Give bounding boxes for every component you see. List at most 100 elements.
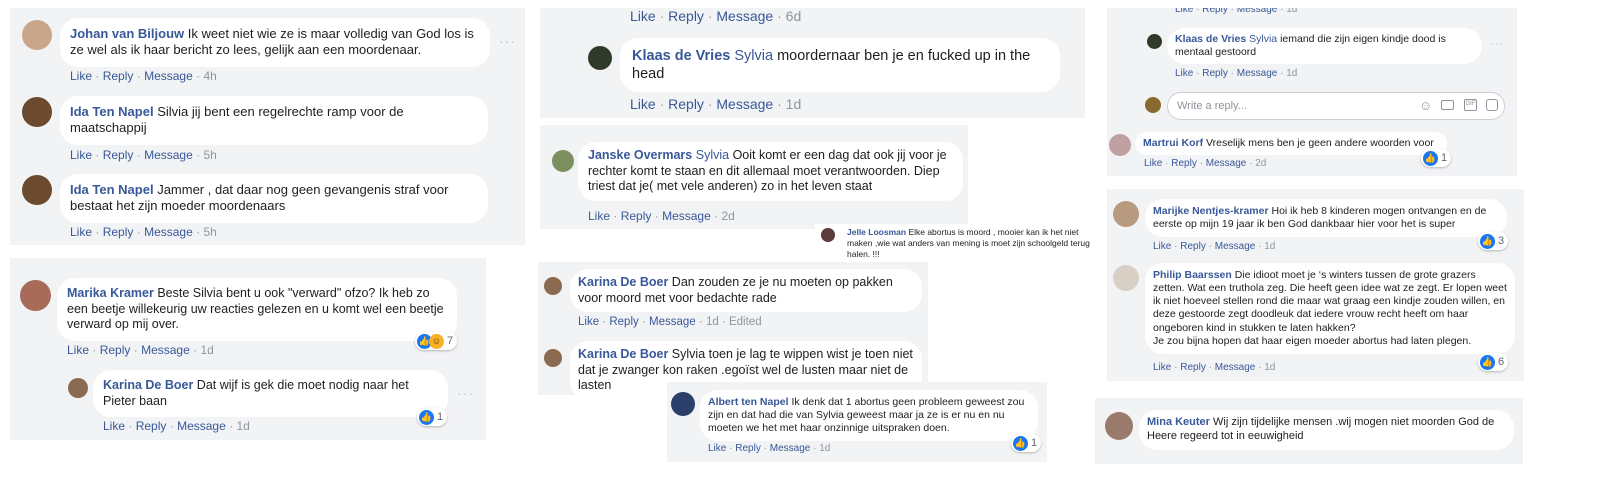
like-link[interactable]: Like [578, 316, 599, 328]
timestamp[interactable]: 1d [236, 419, 249, 433]
reaction-count[interactable]: 👍 1 [1421, 149, 1452, 167]
message-link[interactable]: Message [144, 148, 193, 162]
mention-link[interactable]: Sylvia [696, 148, 729, 162]
timestamp[interactable]: 5h [203, 225, 216, 239]
reply-link[interactable]: Reply [1180, 241, 1206, 252]
avatar[interactable] [671, 392, 695, 416]
like-link[interactable]: Like [70, 225, 92, 239]
avatar[interactable] [1109, 134, 1131, 156]
reply-link[interactable]: Reply [1180, 362, 1206, 373]
like-link[interactable]: Like [630, 96, 656, 112]
reply-link[interactable]: Reply [103, 148, 134, 162]
reaction-count[interactable]: 👍 ☺ 7 [415, 332, 458, 350]
avatar[interactable] [544, 349, 562, 367]
reaction-count[interactable]: 👍 3 [1478, 232, 1509, 250]
commenter-name[interactable]: Marika Kramer [67, 286, 154, 300]
message-link[interactable]: Message [1215, 241, 1256, 252]
like-link[interactable]: Like [708, 443, 726, 454]
like-link[interactable]: Like [1144, 158, 1162, 169]
reply-link[interactable]: Reply [103, 69, 134, 83]
reply-link[interactable]: Reply [668, 8, 704, 24]
avatar[interactable] [588, 46, 612, 70]
like-link[interactable]: Like [1175, 68, 1193, 79]
timestamp[interactable]: 1d [200, 343, 213, 357]
commenter-name[interactable]: Jelle Loosman [847, 227, 906, 237]
gif-icon[interactable]: GIF [1464, 99, 1477, 111]
camera-icon[interactable] [1441, 100, 1454, 110]
reply-link[interactable]: Reply [100, 343, 131, 357]
message-link[interactable]: Message [1237, 68, 1278, 79]
avatar[interactable] [22, 97, 52, 127]
like-link[interactable]: Like [1153, 241, 1171, 252]
message-link[interactable]: Message [649, 316, 696, 328]
timestamp[interactable]: 5h [203, 148, 216, 162]
message-link[interactable]: Message [662, 209, 711, 223]
avatar[interactable] [1113, 265, 1139, 291]
message-link[interactable]: Message [1215, 362, 1256, 373]
avatar[interactable] [1105, 412, 1133, 440]
reply-input[interactable]: Write a reply... ☺ GIF [1167, 92, 1505, 120]
reply-link[interactable]: Reply [621, 209, 652, 223]
like-link[interactable]: Like [70, 148, 92, 162]
commenter-name[interactable]: Karina De Boer [578, 347, 668, 361]
avatar[interactable] [20, 280, 51, 311]
commenter-name[interactable]: Mina Keuter [1147, 416, 1210, 428]
avatar[interactable] [68, 378, 88, 398]
avatar[interactable] [1113, 201, 1139, 227]
like-link[interactable]: Like [1175, 8, 1193, 15]
commenter-name[interactable]: Martrui Korf [1143, 137, 1203, 149]
commenter-name[interactable]: Janske Overmars [588, 148, 692, 162]
message-link[interactable]: Message [177, 419, 226, 433]
timestamp[interactable]: 1d [786, 96, 802, 112]
message-link[interactable]: Message [144, 69, 193, 83]
commenter-name[interactable]: Ida Ten Napel [70, 104, 154, 119]
reply-link[interactable]: Reply [1202, 68, 1228, 79]
avatar[interactable] [22, 175, 52, 205]
more-options-icon[interactable]: ··· [1490, 38, 1504, 50]
timestamp[interactable]: 4h [203, 69, 216, 83]
reply-link[interactable]: Reply [1171, 158, 1197, 169]
commenter-name[interactable]: Johan van Biljouw [70, 26, 184, 41]
avatar[interactable] [1147, 34, 1162, 49]
timestamp[interactable]: 1d [1286, 68, 1297, 79]
reply-link[interactable]: Reply [609, 316, 638, 328]
like-link[interactable]: Like [67, 343, 89, 357]
timestamp[interactable]: 2d [1255, 158, 1266, 169]
mention-link[interactable]: Sylvia [1249, 33, 1277, 45]
more-options-icon[interactable]: ··· [499, 33, 516, 49]
emoji-icon[interactable]: ☺ [1419, 98, 1432, 113]
reaction-count[interactable]: 👍 1 [1011, 434, 1042, 452]
timestamp[interactable]: 1d [1286, 8, 1297, 15]
mention-link[interactable]: Sylvia [734, 48, 773, 64]
reply-link[interactable]: Reply [735, 443, 761, 454]
reply-link[interactable]: Reply [668, 96, 704, 112]
timestamp[interactable]: 1d [1264, 362, 1275, 373]
avatar[interactable] [552, 150, 574, 172]
like-link[interactable]: Like [630, 8, 656, 24]
commenter-name[interactable]: Philip Baarssen [1153, 269, 1232, 281]
timestamp[interactable]: 1d [706, 316, 719, 328]
commenter-name[interactable]: Klaas de Vries [632, 48, 730, 64]
message-link[interactable]: Message [1206, 158, 1247, 169]
message-link[interactable]: Message [144, 225, 193, 239]
commenter-name[interactable]: Marijke Nentjes-kramer [1153, 205, 1269, 217]
reply-link[interactable]: Reply [136, 419, 167, 433]
edited-label[interactable]: Edited [729, 316, 762, 328]
avatar[interactable] [821, 228, 835, 242]
reaction-count[interactable]: 👍 6 [1478, 353, 1509, 371]
commenter-name[interactable]: Ida Ten Napel [70, 182, 154, 197]
commenter-name[interactable]: Karina De Boer [578, 275, 668, 289]
message-link[interactable]: Message [716, 96, 773, 112]
message-link[interactable]: Message [141, 343, 190, 357]
timestamp[interactable]: 6d [786, 8, 802, 24]
message-link[interactable]: Message [1237, 8, 1278, 15]
timestamp[interactable]: 1d [819, 443, 830, 454]
commenter-name[interactable]: Albert ten Napel [708, 396, 789, 408]
timestamp[interactable]: 1d [1264, 241, 1275, 252]
like-link[interactable]: Like [103, 419, 125, 433]
like-link[interactable]: Like [588, 209, 610, 223]
timestamp[interactable]: 2d [721, 209, 734, 223]
commenter-name[interactable]: Klaas de Vries [1175, 33, 1246, 45]
more-options-icon[interactable]: ··· [457, 385, 474, 401]
reaction-count[interactable]: 👍 1 [417, 408, 448, 426]
